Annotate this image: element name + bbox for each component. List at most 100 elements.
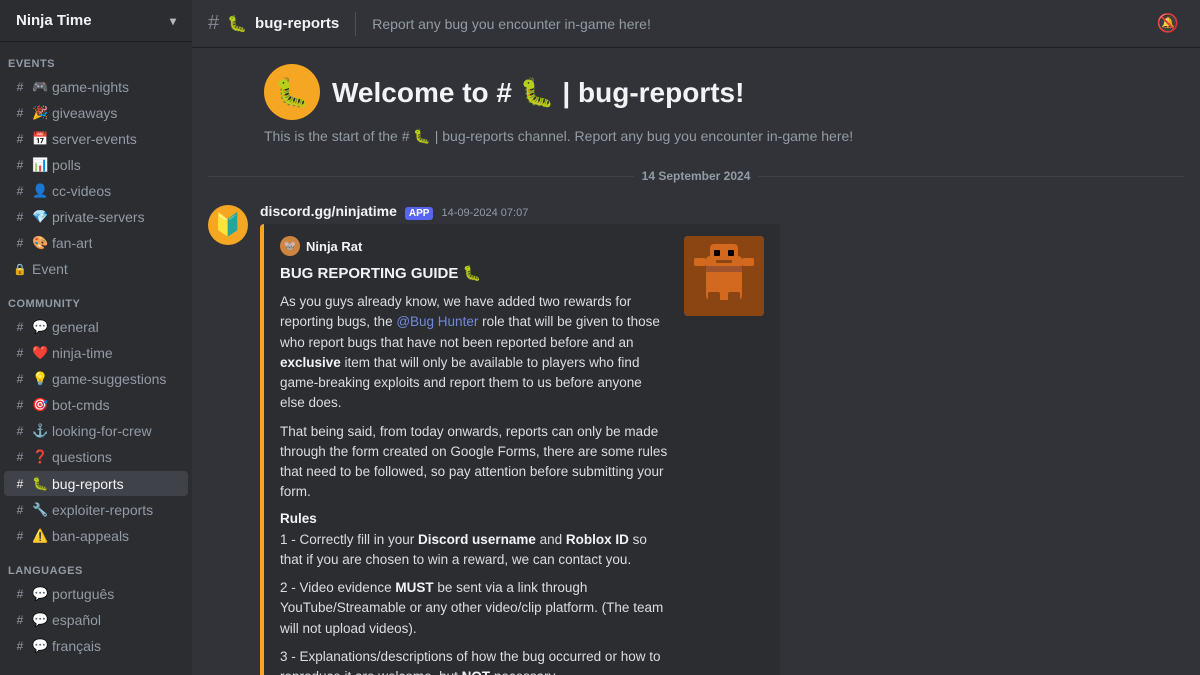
channel-name: questions [52,449,112,465]
channel-emoji: 🎉 [32,105,48,121]
topbar: # 🐛 bug-reports Report any bug you encou… [192,0,1200,48]
channel-name: giveaways [52,105,117,121]
sidebar: Ninja Time ▾ EVENTS # 🎮 game-nights # 🎉 … [0,0,192,675]
hash-icon: # [12,106,28,120]
hash-icon: # [12,372,28,386]
channel-emoji: 💎 [32,209,48,225]
hash-icon: # [12,613,28,627]
channel-bug-emoji: 🐛 [227,14,247,34]
hash-icon: # [12,477,28,491]
hash-icon: # [12,587,28,601]
message-group-bot: 🔰 discord.gg/ninjatime APP 14-09-2024 07… [192,199,1200,675]
channel-ban-appeals[interactable]: # ⚠️ ban-appeals [4,524,188,548]
hash-icon: # [12,639,28,653]
app-badge: APP [405,207,434,220]
channel-emoji: 🎮 [32,79,48,95]
main-content: # 🐛 bug-reports Report any bug you encou… [192,0,1200,675]
hash-icon: # [12,346,28,360]
channel-emoji: ⚠️ [32,528,48,544]
channel-name: fan-art [52,235,92,251]
hash-icon: # [12,424,28,438]
section-events: EVENTS [0,42,192,74]
channel-emoji: 💬 [32,612,48,628]
hash-icon: # [12,450,28,464]
date-text: 14 September 2024 [642,169,751,183]
channel-bot-cmds[interactable]: # 🎯 bot-cmds [4,393,188,417]
channel-name: looking-for-crew [52,423,152,439]
channel-ninja-time[interactable]: # ❤️ ninja-time [4,341,188,365]
embed-rule2: 2 - Video evidence MUST be sent via a li… [280,578,668,639]
server-header[interactable]: Ninja Time ▾ [0,0,192,42]
channel-name: game-nights [52,79,129,95]
embed-body: 🐭 Ninja Rat BUG REPORTING GUIDE 🐛 As you… [280,236,668,675]
channel-game-nights[interactable]: # 🎮 game-nights [4,75,188,99]
channel-name: español [52,612,101,628]
embed-thumbnail [684,236,764,316]
hash-icon: # [12,132,28,146]
channel-name: cc-videos [52,183,111,199]
avatar-column: 🔰 [208,203,248,675]
channel-name: ninja-time [52,345,113,361]
channel-name: bug-reports [52,476,124,492]
channel-cc-videos[interactable]: # 👤 cc-videos [4,179,188,203]
channel-name: português [52,586,114,602]
bot-avatar: 🔰 [208,205,248,245]
message-content: discord.gg/ninjatime APP 14-09-2024 07:0… [260,203,1184,675]
hash-icon: # [12,503,28,517]
section-community: COMMUNITY [0,282,192,314]
channel-server-events[interactable]: # 📅 server-events [4,127,188,151]
embed-author: 🐭 Ninja Rat [280,236,668,256]
message-header: discord.gg/ninjatime APP 14-09-2024 07:0… [260,203,1184,220]
embed-card: 🐭 Ninja Rat BUG REPORTING GUIDE 🐛 As you… [260,224,780,675]
channel-emoji: 🐛 [32,476,48,492]
divider-line-right [758,176,1184,177]
hash-icon: # [12,236,28,250]
channel-event[interactable]: 🔒 Event [4,257,188,281]
channel-espanol[interactable]: # 💬 español [4,608,188,632]
channel-icon-large: 🐛 [264,64,320,120]
channel-general[interactable]: # 💬 general [4,315,188,339]
channel-emoji: 💬 [32,638,48,654]
embed-para2: That being said, from today onwards, rep… [280,422,668,503]
channel-francais[interactable]: # 💬 français [4,634,188,658]
channel-emoji: 📅 [32,131,48,147]
hash-icon: # [12,184,28,198]
channel-emoji: 💬 [32,319,48,335]
channel-name: general [52,319,99,335]
channel-private-servers[interactable]: # 💎 private-servers [4,205,188,229]
channel-portugues[interactable]: # 💬 português [4,582,188,606]
hash-icon: # [12,529,28,543]
server-chevron: ▾ [170,14,176,28]
topbar-description: Report any bug you encounter in-game her… [372,16,651,32]
hash-icon: # [12,80,28,94]
channel-fan-art[interactable]: # 🎨 fan-art [4,231,188,255]
channel-giveaways[interactable]: # 🎉 giveaways [4,101,188,125]
embed-title: BUG REPORTING GUIDE 🐛 [280,264,668,282]
channel-bug-reports[interactable]: # 🐛 bug-reports 👤+ [4,471,188,496]
welcome-title-text: Welcome to # 🐛 | bug-reports! [332,76,744,109]
channel-questions[interactable]: # ❓ questions [4,445,188,469]
channel-polls[interactable]: # 📊 polls [4,153,188,177]
channel-looking-for-crew[interactable]: # ⚓ looking-for-crew [4,419,188,443]
channel-emoji: 🎯 [32,397,48,413]
channel-emoji: ❓ [32,449,48,465]
server-name: Ninja Time [16,12,92,29]
hash-icon: # [12,398,28,412]
rules-title: Rules [280,511,668,526]
embed-author-name: Ninja Rat [306,239,362,254]
mention-bug-hunter: @Bug Hunter [396,314,478,329]
topbar-divider [355,12,356,36]
channel-emoji: ⚓ [32,423,48,439]
channel-emoji: 🎨 [32,235,48,251]
channel-name: server-events [52,131,137,147]
notification-bell-icon[interactable]: 🔕 [1152,8,1184,40]
embed-header: 🐭 Ninja Rat BUG REPORTING GUIDE 🐛 As you… [280,236,764,675]
channel-name: game-suggestions [52,371,166,387]
welcome-subtitle: This is the start of the # 🐛 | bug-repor… [264,128,1184,145]
channel-game-suggestions[interactable]: # 💡 game-suggestions [4,367,188,391]
welcome-title: 🐛 Welcome to # 🐛 | bug-reports! [264,64,1184,120]
channel-exploiter-reports[interactable]: # 🔧 exploiter-reports [4,498,188,522]
hash-icon: # [12,320,28,334]
section-languages: LANGUAGES [0,549,192,581]
channel-name: français [52,638,101,654]
